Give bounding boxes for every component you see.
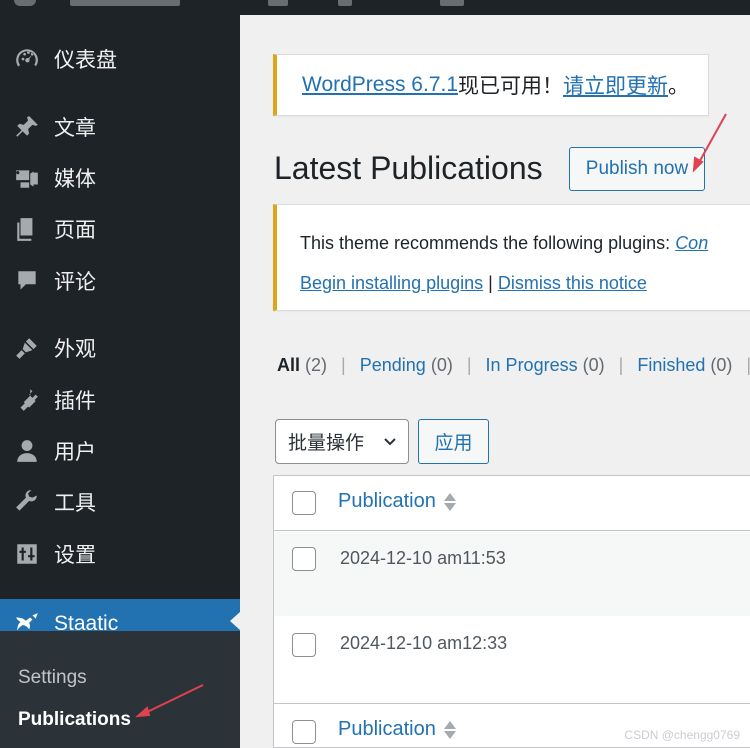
filter-finished[interactable]: Finished	[637, 355, 705, 375]
menu-users[interactable]: 用户	[0, 429, 240, 473]
select-all-checkbox-footer[interactable]	[292, 720, 316, 744]
menu-settings[interactable]: 设置	[0, 532, 240, 576]
menu-label: 插件	[54, 390, 96, 413]
main-content: WordPress 6.7.1 现已可用！ 请立即更新 。 Latest Pub…	[240, 15, 750, 748]
users-icon	[13, 437, 41, 465]
menu-label: 外观	[54, 338, 96, 361]
update-now-link[interactable]: 请立即更新	[563, 70, 668, 100]
menu-dashboard[interactable]: 仪表盘	[0, 37, 240, 81]
bulk-actions-label: 批量操作	[288, 433, 365, 454]
menu-posts[interactable]: 文章	[0, 105, 240, 149]
page-title: Latest Publications	[274, 150, 543, 186]
update-notice: WordPress 6.7.1 现已可用！ 请立即更新 。	[273, 54, 709, 116]
menu-appearance[interactable]: 外观	[0, 326, 240, 370]
new-content-link[interactable]	[440, 0, 464, 6]
menu-label: 设置	[54, 544, 96, 567]
update-notice-end: 。	[668, 75, 690, 98]
filter-separator: |	[466, 355, 472, 375]
table-row: 2024-12-10 am12:33	[274, 616, 750, 703]
submenu-publications[interactable]: Publications	[18, 709, 131, 731]
menu-label: 评论	[54, 271, 96, 294]
filter-in-progress[interactable]: In Progress	[486, 355, 578, 375]
chevron-down-icon	[384, 438, 396, 446]
menu-tools[interactable]: 工具	[0, 480, 240, 524]
menu-label: 工具	[54, 492, 96, 515]
plugin-recommendation-notice: This theme recommends the following plug…	[273, 204, 750, 311]
filter-separator: |	[341, 355, 346, 375]
table-header: Publication	[274, 476, 750, 531]
apply-button[interactable]: 应用	[418, 419, 489, 464]
pages-icon	[13, 215, 41, 243]
menu-plugins[interactable]: 插件	[0, 378, 240, 422]
filter-count: (2)	[305, 355, 328, 375]
sort-icon	[443, 720, 456, 739]
menu-label: 文章	[54, 117, 96, 140]
recommended-plugin-link[interactable]: Con	[675, 233, 708, 253]
menu-media[interactable]: 媒体	[0, 156, 240, 200]
row-checkbox[interactable]	[292, 547, 316, 571]
updates-icon[interactable]	[268, 0, 288, 6]
filter-separator: |	[618, 355, 624, 375]
filter-count: (0)	[582, 355, 605, 375]
filter-separator: |	[746, 355, 750, 375]
sort-icon	[443, 492, 456, 511]
dismiss-notice-link[interactable]: Dismiss this notice	[498, 273, 647, 293]
menu-comments[interactable]: 评论	[0, 259, 240, 303]
update-notice-text: 现已可用！	[458, 75, 564, 98]
menu-pages[interactable]: 页面	[0, 207, 240, 251]
comments-bubble-icon[interactable]	[338, 0, 352, 6]
publication-date[interactable]: 2024-12-10 am12:33	[340, 633, 507, 654]
row-checkbox[interactable]	[292, 633, 316, 657]
publication-column-footer[interactable]: Publication	[338, 718, 456, 741]
filter-count: (0)	[430, 355, 453, 375]
filter-count: (0)	[710, 355, 733, 375]
menu-label: 媒体	[54, 168, 96, 191]
appearance-icon	[13, 334, 41, 362]
publications-table: Publication 2024-12-10 am11:53 2024-12-1…	[273, 475, 750, 748]
site-name-link[interactable]	[70, 0, 180, 6]
begin-installing-link[interactable]: Begin installing plugins	[300, 273, 483, 293]
filter-pending[interactable]: Pending	[360, 355, 426, 375]
bulk-actions-select[interactable]: 批量操作	[275, 419, 409, 464]
staatic-submenu: Settings Publications	[0, 631, 240, 748]
comments-icon	[13, 267, 41, 295]
publication-column-header[interactable]: Publication	[338, 490, 456, 513]
publish-now-button[interactable]: Publish now	[569, 147, 705, 191]
select-all-checkbox[interactable]	[292, 491, 316, 515]
media-icon	[13, 164, 41, 192]
menu-label: 用户	[54, 441, 96, 464]
menu-label: 仪表盘	[54, 49, 117, 72]
publication-date[interactable]: 2024-12-10 am11:53	[340, 548, 506, 569]
current-menu-indicator	[230, 612, 240, 630]
notice-separator: |	[488, 273, 493, 293]
plugin-notice-text: This theme recommends the following plug…	[300, 233, 676, 253]
table-row: 2024-12-10 am11:53	[274, 532, 750, 616]
plugins-icon	[13, 386, 41, 414]
wordpress-logo-icon[interactable]	[14, 0, 36, 6]
pin-icon	[13, 113, 41, 141]
status-filters: All (2) | Pending (0) | In Progress (0) …	[277, 355, 750, 376]
watermark: CSDN @chengg0769	[624, 728, 740, 742]
menu-label: 页面	[54, 219, 96, 242]
wordpress-version-link[interactable]: WordPress 6.7.1	[302, 73, 458, 97]
settings-icon	[13, 540, 41, 568]
dashboard-icon	[13, 45, 41, 73]
admin-bar	[0, 0, 750, 15]
submenu-settings[interactable]: Settings	[18, 667, 87, 689]
tools-icon	[13, 488, 41, 516]
filter-all[interactable]: All	[277, 355, 300, 375]
